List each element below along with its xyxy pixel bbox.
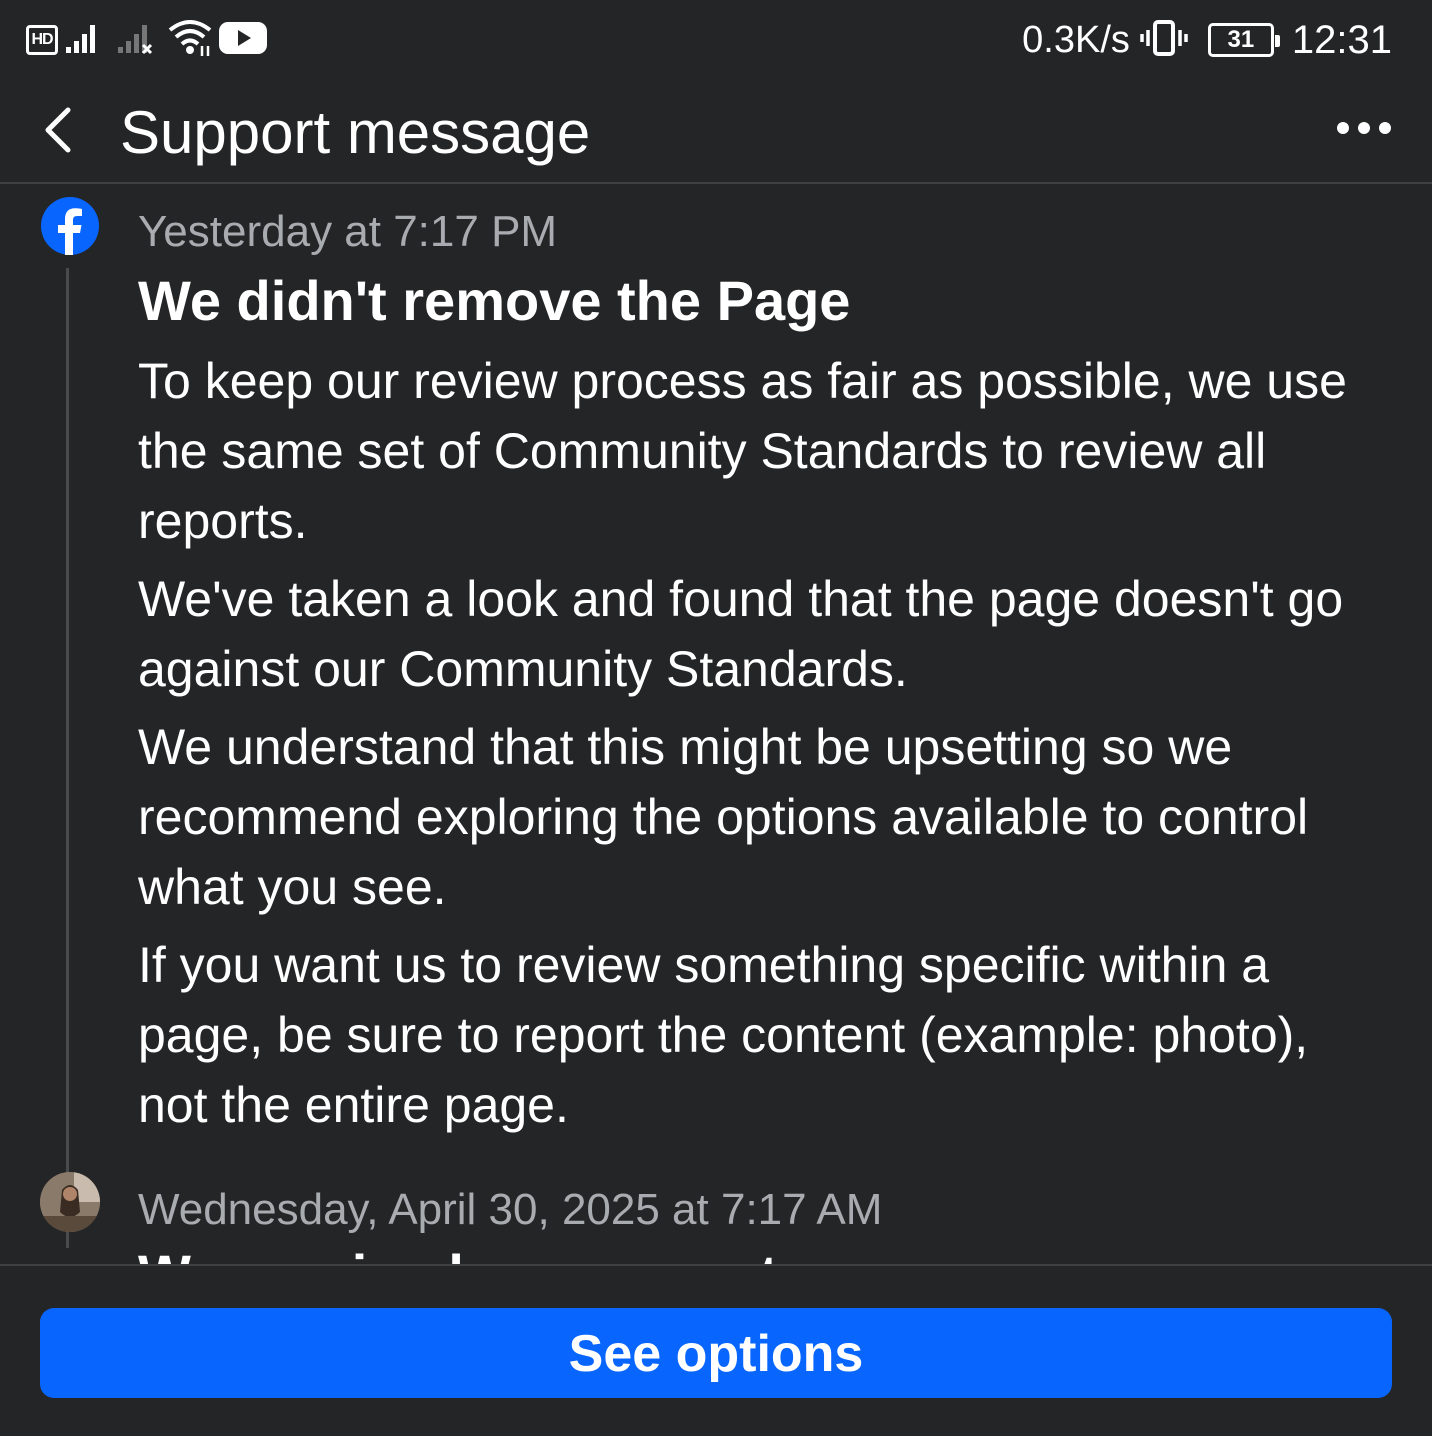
no-signal-icon xyxy=(116,21,156,60)
signal-icon xyxy=(64,21,102,60)
message-title: We received your report xyxy=(138,1242,778,1264)
battery-icon: 31 xyxy=(1207,23,1280,57)
see-options-button[interactable]: See options xyxy=(40,1308,1392,1398)
youtube-icon xyxy=(218,20,268,61)
message-timestamp: Yesterday at 7:17 PM xyxy=(138,207,558,256)
header: Support message xyxy=(0,80,1432,184)
message-paragraph: We've taken a look and found that the pa… xyxy=(138,571,1344,697)
user-avatar xyxy=(40,1172,100,1232)
bottom-action-bar: See options xyxy=(0,1264,1432,1436)
network-speed: 0.3K/s xyxy=(1022,18,1130,61)
vibrate-icon xyxy=(1140,18,1188,63)
status-bar-right: 0.3K/s 31 12:31 xyxy=(1022,14,1392,66)
status-bar-left: HD xyxy=(26,18,268,63)
message-list[interactable]: Yesterday at 7:17 PM We didn't remove th… xyxy=(0,186,1432,1264)
message-body: To keep our review process as fair as po… xyxy=(138,346,1388,1148)
back-button[interactable] xyxy=(36,102,86,158)
thread-line xyxy=(66,268,69,1248)
status-bar: HD 0.3K/s 31 12:31 xyxy=(0,0,1432,80)
message-paragraph: To keep our review process as fair as po… xyxy=(138,353,1347,549)
message-paragraph: We understand that this might be upsetti… xyxy=(138,719,1309,915)
clock: 12:31 xyxy=(1291,17,1392,62)
message-paragraph: If you want us to review something speci… xyxy=(138,937,1309,1133)
hd-badge: HD xyxy=(26,25,58,55)
wifi-icon xyxy=(166,18,214,63)
more-options-button[interactable] xyxy=(1336,116,1392,140)
message-title: We didn't remove the Page xyxy=(138,269,851,332)
facebook-logo-icon xyxy=(40,196,100,256)
page-title: Support message xyxy=(120,99,591,166)
battery-level: 31 xyxy=(1227,26,1255,53)
more-horizontal-icon xyxy=(1337,122,1391,134)
chevron-left-icon xyxy=(45,107,71,153)
message-timestamp: Wednesday, April 30, 2025 at 7:17 AM xyxy=(138,1185,883,1234)
